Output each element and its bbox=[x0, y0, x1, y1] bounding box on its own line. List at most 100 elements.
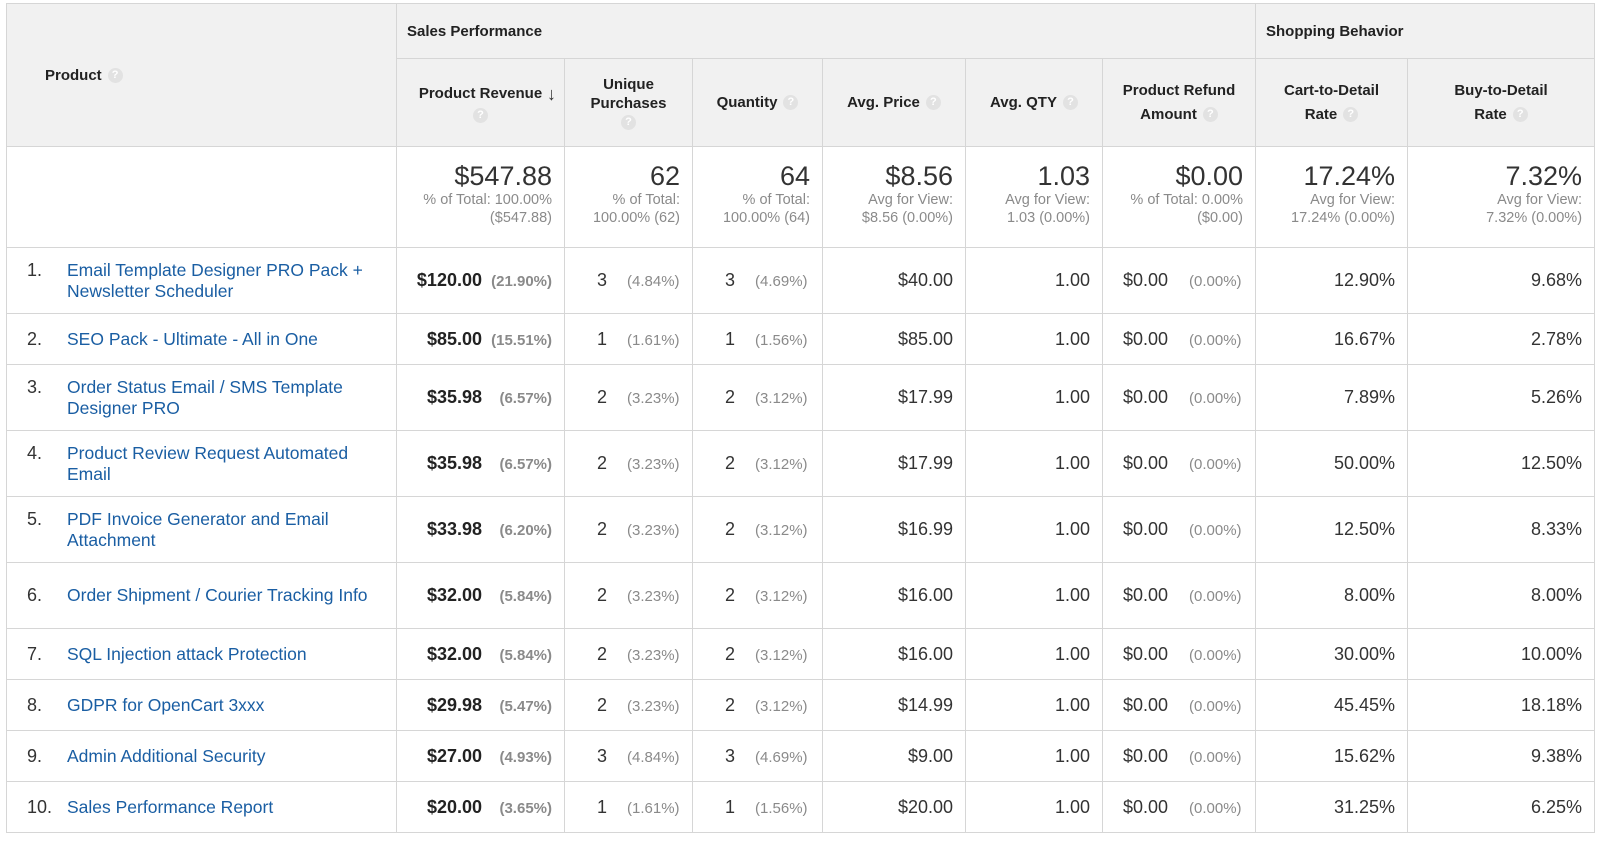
quantity-value: 2 bbox=[725, 519, 736, 539]
quantity-value: 2 bbox=[725, 694, 736, 715]
product-link[interactable]: GDPR for OpenCart 3xxx bbox=[67, 695, 387, 716]
quantity-value: 2 bbox=[725, 643, 736, 664]
product-link[interactable]: SQL Injection attack Protection bbox=[67, 644, 387, 665]
quantity-cell: 2 (3.12%) bbox=[692, 562, 823, 629]
column-header-buy-to-detail-rate[interactable]: Buy-to-Detail Rate? bbox=[1407, 58, 1596, 147]
row-number: 9. bbox=[27, 745, 43, 766]
refund-cell: $0.00 (0.00%) bbox=[1101, 496, 1257, 563]
column-header-unique-purchases[interactable]: Unique Purchases ? bbox=[564, 58, 693, 147]
total-avg-qty-cell: 1.03 Avg for View: 1.03 (0.00%) bbox=[965, 146, 1103, 248]
refund-cell: $0.00 (0.00%) bbox=[1101, 679, 1257, 731]
product-link[interactable]: SEO Pack - Ultimate - All in One bbox=[67, 329, 387, 350]
avg-qty-cell: 1.00 bbox=[965, 781, 1103, 833]
product-cell: 2. SEO Pack - Ultimate - All in One bbox=[6, 313, 397, 365]
quantity-cell: 2 (3.12%) bbox=[692, 430, 823, 497]
product-cell: 8. GDPR for OpenCart 3xxx bbox=[6, 679, 397, 731]
table-row: 4. Product Review Request Automated Email… bbox=[6, 430, 1596, 497]
help-icon[interactable]: ? bbox=[1062, 95, 1078, 111]
unique-purchases-cell: 3 (4.84%) bbox=[564, 247, 693, 314]
row-number: 5. bbox=[27, 508, 43, 529]
refund-value: $0.00 bbox=[1123, 585, 1169, 605]
refund-value: $0.00 bbox=[1123, 796, 1169, 817]
help-icon[interactable]: ? bbox=[1343, 107, 1359, 123]
avg-price-cell: $16.00 bbox=[822, 562, 966, 629]
refund-percent: (0.00%) bbox=[1189, 273, 1242, 290]
quantity-value: 3 bbox=[725, 745, 736, 766]
row-number: 10. bbox=[27, 796, 53, 817]
quantity-percent: (3.12%) bbox=[755, 646, 808, 664]
column-header-cart-to-detail-rate[interactable]: Cart-to-Detail Rate? bbox=[1255, 58, 1409, 147]
total-unique-purchases-cell: 62 % of Total: 100.00% (62) bbox=[564, 146, 693, 248]
revenue-value: $35.98 bbox=[426, 453, 482, 473]
totals-row: $547.88 % of Total: 100.00% ($547.88) 62… bbox=[6, 146, 1596, 248]
quantity-percent: (3.12%) bbox=[755, 456, 808, 473]
total-value: 62 bbox=[649, 161, 680, 191]
unique-purchases-cell: 2 (3.23%) bbox=[564, 679, 693, 731]
column-header-avg-price[interactable]: Avg. Price? bbox=[822, 58, 966, 147]
product-cell: 3. Order Status Email / SMS Template Desi… bbox=[6, 364, 397, 431]
revenue-cell: $29.98 (5.47%) bbox=[396, 679, 565, 731]
buy-to-detail-cell: 2.78% bbox=[1407, 313, 1596, 365]
column-header-avg-qty[interactable]: Avg. QTY? bbox=[965, 58, 1103, 147]
table-row: 8. GDPR for OpenCart 3xxx $29.98 (5.47%) 2 (3… bbox=[6, 679, 1596, 731]
help-icon[interactable]: ? bbox=[783, 95, 799, 111]
total-value: 1.03 bbox=[1037, 161, 1090, 191]
column-header-product-refund-amount[interactable]: Product Refund Amount? bbox=[1101, 58, 1257, 147]
total-subtext: ($0.00) bbox=[1197, 210, 1244, 226]
unique-purchases-value: 2 bbox=[597, 643, 608, 664]
unique-purchases-value: 2 bbox=[597, 453, 608, 473]
row-number: 2. bbox=[27, 328, 43, 349]
quantity-value: 2 bbox=[725, 387, 736, 407]
help-icon[interactable]: ? bbox=[621, 115, 636, 130]
quantity-percent: (4.69%) bbox=[755, 273, 808, 290]
avg-qty-cell: 1.00 bbox=[965, 562, 1103, 629]
product-link[interactable]: Order Shipment / Courier Tracking Info bbox=[67, 585, 387, 606]
refund-value: $0.00 bbox=[1123, 519, 1169, 539]
sort-descending-icon[interactable]: ↓ bbox=[547, 82, 556, 106]
totals-empty-cell bbox=[6, 146, 397, 248]
help-icon[interactable]: ? bbox=[473, 108, 488, 123]
product-link[interactable]: Sales Performance Report bbox=[67, 797, 387, 818]
quantity-cell: 1 (1.56%) bbox=[692, 781, 823, 833]
help-icon[interactable]: ? bbox=[1202, 107, 1218, 123]
total-value: $547.88 bbox=[454, 161, 552, 191]
unique-purchases-value: 2 bbox=[597, 519, 608, 539]
unique-purchases-percent: (3.23%) bbox=[627, 390, 680, 407]
product-link[interactable]: Product Review Request Automated Email bbox=[67, 443, 387, 485]
product-link[interactable]: PDF Invoice Generator and Email Attachme… bbox=[67, 509, 387, 551]
product-cell: 7. SQL Injection attack Protection bbox=[6, 628, 397, 680]
column-header-product-revenue[interactable]: Product Revenue ↓ ? bbox=[396, 58, 565, 147]
refund-percent: (0.00%) bbox=[1189, 748, 1242, 766]
column-header-label-line1: Buy-to-Detail bbox=[1454, 81, 1548, 99]
total-subtext: $8.56 (0.00%) bbox=[861, 210, 953, 226]
total-subtext: Avg for View: bbox=[1310, 192, 1396, 208]
help-icon[interactable]: ? bbox=[925, 95, 941, 111]
revenue-cell: $32.00 (5.84%) bbox=[396, 562, 565, 629]
quantity-value: 2 bbox=[725, 453, 736, 473]
help-icon[interactable]: ? bbox=[1512, 107, 1528, 123]
row-number: 7. bbox=[27, 643, 43, 664]
revenue-percent: (5.47%) bbox=[499, 697, 552, 715]
total-quantity-cell: 64 % of Total: 100.00% (64) bbox=[692, 146, 823, 248]
revenue-percent: (4.93%) bbox=[499, 748, 552, 766]
column-header-label-line1: Cart-to-Detail bbox=[1284, 81, 1380, 99]
avg-price-cell: $17.99 bbox=[822, 430, 966, 497]
refund-percent: (0.00%) bbox=[1189, 456, 1242, 473]
group-header-shopping-behavior: Shopping Behavior bbox=[1255, 3, 1596, 59]
product-link[interactable]: Email Template Designer PRO Pack + Newsl… bbox=[67, 260, 387, 302]
avg-qty-cell: 1.00 bbox=[965, 730, 1103, 782]
cart-to-detail-cell: 7.89% bbox=[1255, 364, 1409, 431]
table-body: 1. Email Template Designer PRO Pack + New… bbox=[6, 247, 1596, 833]
column-header-label-line1: Product Refund bbox=[1122, 81, 1236, 99]
column-header-product[interactable]: Product? bbox=[6, 3, 397, 147]
column-header-quantity[interactable]: Quantity? bbox=[692, 58, 823, 147]
avg-qty-cell: 1.00 bbox=[965, 364, 1103, 431]
product-link[interactable]: Admin Additional Security bbox=[67, 746, 387, 767]
buy-to-detail-cell: 10.00% bbox=[1407, 628, 1596, 680]
help-icon[interactable]: ? bbox=[107, 68, 123, 84]
product-link[interactable]: Order Status Email / SMS Template Design… bbox=[67, 377, 387, 419]
row-number: 6. bbox=[27, 585, 43, 605]
refund-percent: (0.00%) bbox=[1189, 522, 1242, 539]
avg-price-cell: $40.00 bbox=[822, 247, 966, 314]
unique-purchases-percent: (3.23%) bbox=[627, 588, 680, 605]
